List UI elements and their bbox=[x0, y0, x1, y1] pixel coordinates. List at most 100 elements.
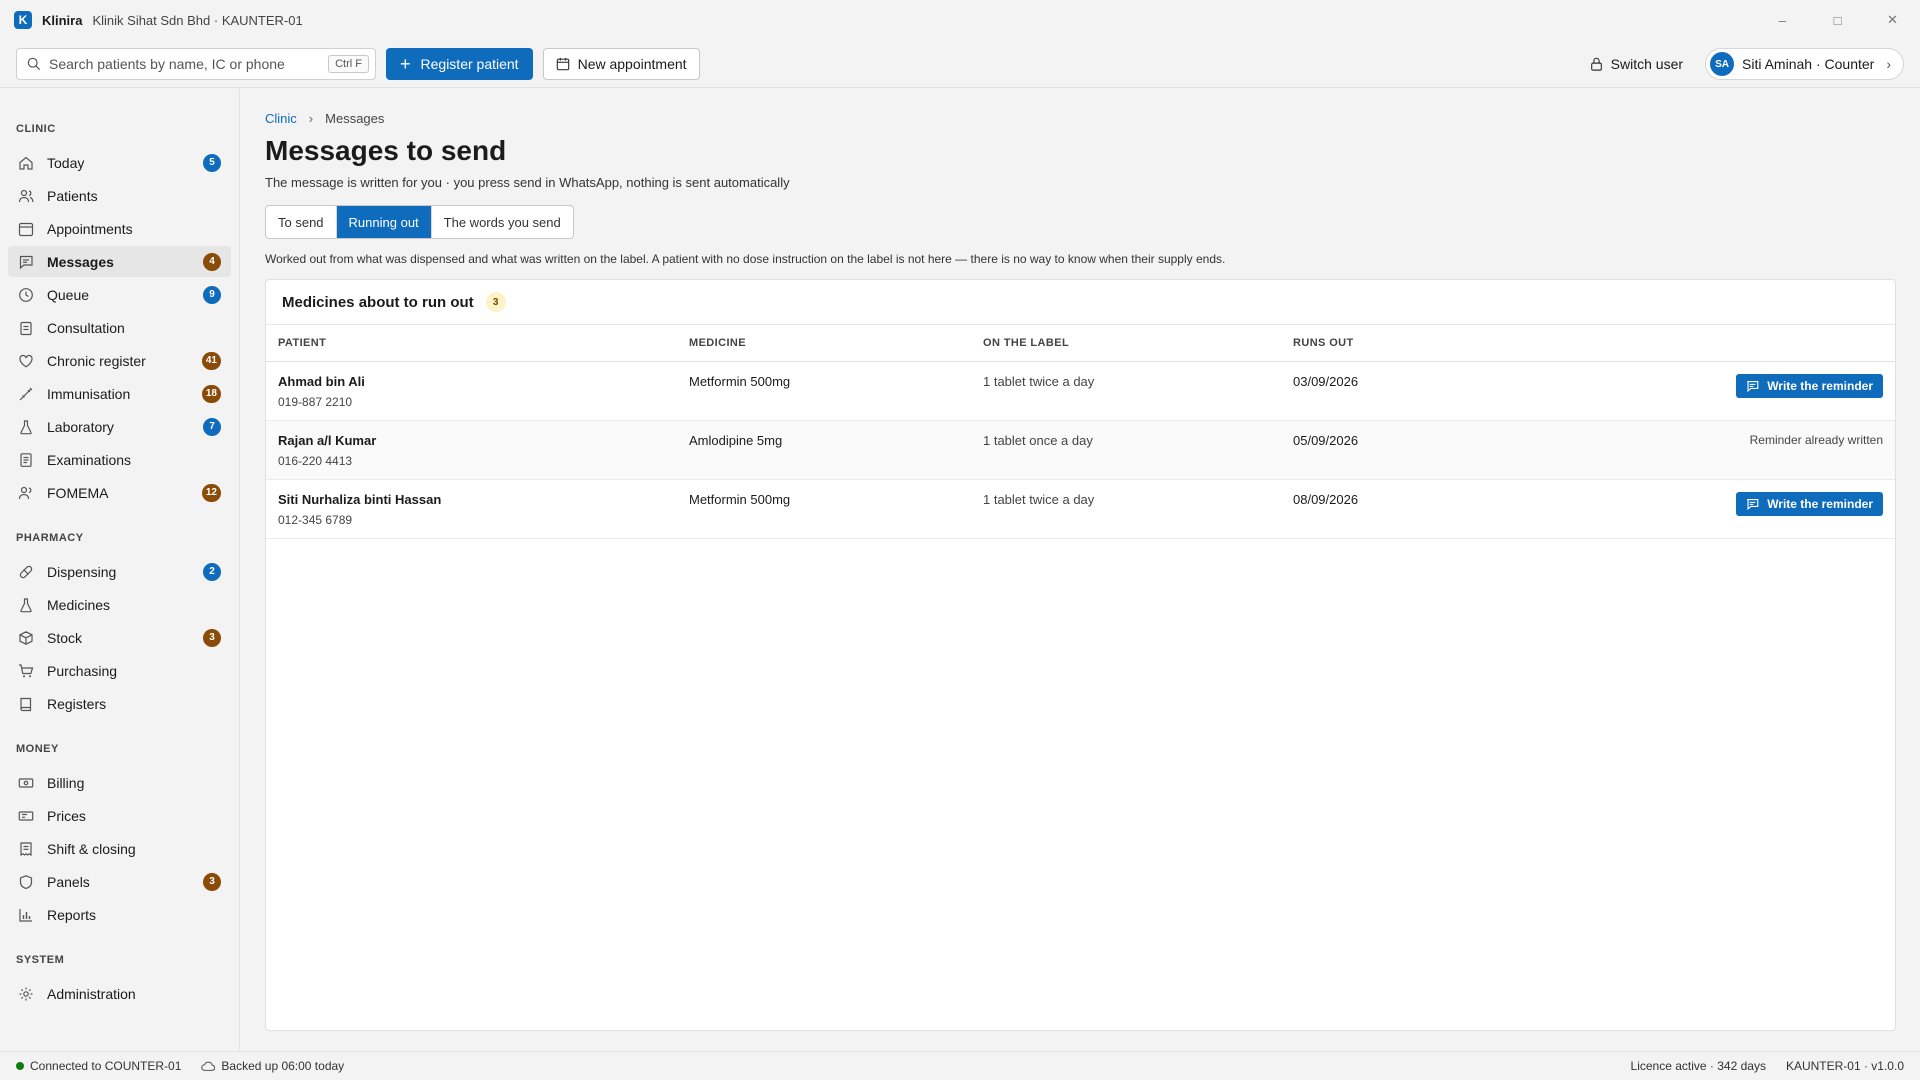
maximize-button[interactable]: □ bbox=[1810, 0, 1865, 40]
write-reminder-button[interactable]: Write the reminder bbox=[1736, 492, 1883, 516]
backup-label: Backed up 06:00 today bbox=[221, 1059, 345, 1073]
chevron-right-icon: › bbox=[1886, 56, 1891, 72]
lock-icon bbox=[1590, 57, 1602, 71]
sidebar-item-label: Purchasing bbox=[47, 662, 118, 679]
nav-section-pharmacy: PHARMACY bbox=[16, 532, 84, 544]
sidebar-item-shift-and-closing[interactable]: Shift & closing bbox=[8, 833, 231, 864]
calendar-icon bbox=[556, 57, 569, 70]
heart-icon bbox=[18, 353, 34, 369]
table-body: Ahmad bin Ali 019-887 2210 Metformin 500mg… bbox=[266, 362, 1895, 539]
sidebar-item-consultation[interactable]: Consultation bbox=[8, 312, 231, 343]
count-badge: 18 bbox=[201, 384, 221, 403]
sidebar-item-label: Billing bbox=[47, 774, 85, 791]
switch-user-label: Switch user bbox=[1610, 56, 1684, 72]
search-box[interactable]: Ctrl F bbox=[16, 47, 376, 80]
sidebar-item-dispensing[interactable]: Dispensing 2 bbox=[8, 556, 231, 587]
sidebar-item-messages[interactable]: Messages 4 bbox=[8, 246, 231, 277]
label-instruction: 1 tablet twice a day bbox=[983, 374, 1095, 389]
tab-running-out[interactable]: Running out bbox=[336, 206, 432, 238]
chart-icon bbox=[18, 907, 34, 923]
sidebar-item-label: Today bbox=[47, 154, 85, 171]
sidebar-item-queue[interactable]: Queue 9 bbox=[8, 279, 231, 310]
sidebar-item-label: Administration bbox=[47, 985, 136, 1002]
sidebar-item-medicines[interactable]: Medicines bbox=[8, 589, 231, 620]
new-appointment-button[interactable]: New appointment bbox=[542, 47, 700, 80]
patient-name: Rajan a/l Kumar bbox=[278, 433, 377, 448]
sidebar-item-purchasing[interactable]: Purchasing bbox=[8, 655, 231, 686]
page-subtitle: The message is written for you · you pre… bbox=[265, 175, 790, 190]
search-icon bbox=[27, 57, 41, 70]
sidebar-item-panels[interactable]: Panels 3 bbox=[8, 866, 231, 897]
sidebar-item-registers[interactable]: Registers bbox=[8, 688, 231, 719]
medicine-name: Metformin 500mg bbox=[689, 374, 791, 389]
close-button[interactable]: ✕ bbox=[1865, 0, 1920, 40]
clock-icon bbox=[18, 287, 34, 303]
card-title: Medicines about to run out bbox=[282, 293, 474, 311]
breadcrumb-clinic-link[interactable]: Clinic bbox=[265, 111, 297, 126]
search-input[interactable] bbox=[49, 55, 329, 72]
count-badge: 12 bbox=[201, 483, 221, 502]
person-icon bbox=[18, 485, 34, 501]
sidebar-item-patients[interactable]: Patients bbox=[8, 180, 231, 211]
minimize-button[interactable]: – bbox=[1755, 0, 1810, 40]
plus-icon: + bbox=[400, 53, 411, 74]
label-instruction: 1 tablet once a day bbox=[983, 433, 1093, 448]
column-header-runs-out: RUNS OUT bbox=[1293, 337, 1354, 349]
write-reminder-button[interactable]: Write the reminder bbox=[1736, 374, 1883, 398]
patient-name: Ahmad bin Ali bbox=[278, 374, 365, 389]
sidebar-item-appointments[interactable]: Appointments bbox=[8, 213, 231, 244]
switch-user-button[interactable]: Switch user bbox=[1590, 56, 1683, 72]
sidebar-item-label: Medicines bbox=[47, 596, 111, 613]
sidebar-item-label: Panels bbox=[47, 873, 90, 890]
sidebar-item-label: Chronic register bbox=[47, 352, 146, 369]
count-badge: 4 bbox=[203, 252, 221, 271]
sidebar-item-fomema[interactable]: FOMEMA 12 bbox=[8, 477, 231, 508]
sidebar-item-reports[interactable]: Reports bbox=[8, 899, 231, 930]
box-icon bbox=[18, 630, 34, 646]
table-row: Rajan a/l Kumar 016-220 4413 Amlodipine 5m… bbox=[266, 421, 1895, 480]
breadcrumb-current: Messages bbox=[325, 111, 385, 126]
toolbar-right: Switch user SA Siti Aminah · Counter › bbox=[1590, 48, 1904, 80]
pill-icon bbox=[18, 564, 34, 580]
info-note: Worked out from what was dispensed and w… bbox=[265, 252, 1226, 266]
table-row: Siti Nurhaliza binti Hassan 012-345 6789 M… bbox=[266, 480, 1895, 539]
licence-label: Licence active · 342 days bbox=[1630, 1059, 1766, 1073]
calendar-icon bbox=[18, 221, 34, 237]
chat-icon bbox=[1747, 498, 1759, 510]
sidebar: CLINIC Today 5 Patients Appointments Messages… bbox=[0, 89, 240, 1051]
column-header-label: ON THE LABEL bbox=[983, 337, 1070, 349]
toolbar: Ctrl F + Register patient New appointmen… bbox=[0, 40, 1920, 88]
sidebar-item-examinations[interactable]: Examinations bbox=[8, 444, 231, 475]
sidebar-item-administration[interactable]: Administration bbox=[8, 978, 231, 1009]
column-header-medicine: MEDICINE bbox=[689, 337, 746, 349]
register-patient-button[interactable]: + Register patient bbox=[386, 47, 533, 80]
tab-to-send[interactable]: To send bbox=[266, 206, 337, 238]
sidebar-item-label: FOMEMA bbox=[47, 484, 109, 501]
sidebar-item-label: Laboratory bbox=[47, 418, 114, 435]
sidebar-item-today[interactable]: Today 5 bbox=[8, 147, 231, 178]
nav-section-clinic: CLINIC bbox=[16, 123, 56, 135]
tag-icon bbox=[18, 808, 34, 824]
sidebar-item-billing[interactable]: Billing bbox=[8, 767, 231, 798]
syringe-icon bbox=[18, 386, 34, 402]
sidebar-item-prices[interactable]: Prices bbox=[8, 800, 231, 831]
status-right: Licence active · 342 days KAUNTER-01 · v… bbox=[1611, 1059, 1904, 1073]
sidebar-item-stock[interactable]: Stock 3 bbox=[8, 622, 231, 653]
sidebar-item-label: Shift & closing bbox=[47, 840, 136, 857]
register-patient-label: Register patient bbox=[420, 55, 519, 72]
chat-icon bbox=[1747, 380, 1759, 392]
sidebar-item-laboratory[interactable]: Laboratory 7 bbox=[8, 411, 231, 442]
table-header: PATIENT MEDICINE ON THE LABEL RUNS OUT bbox=[266, 325, 1895, 362]
patient-phone: 016-220 4413 bbox=[278, 454, 353, 468]
sidebar-item-immunisation[interactable]: Immunisation 18 bbox=[8, 378, 231, 409]
backup-status: Backed up 06:00 today bbox=[201, 1059, 344, 1073]
user-menu[interactable]: SA Siti Aminah · Counter › bbox=[1705, 48, 1904, 80]
book-icon bbox=[18, 696, 34, 712]
home-icon bbox=[18, 155, 34, 171]
sidebar-item-chronic-register[interactable]: Chronic register 41 bbox=[8, 345, 231, 376]
patient-phone: 012-345 6789 bbox=[278, 513, 353, 527]
column-header-patient: PATIENT bbox=[278, 337, 327, 349]
tab-words-you-send[interactable]: The words you send bbox=[432, 206, 573, 238]
status-dot-icon bbox=[16, 1062, 24, 1070]
window-controls: – □ ✕ bbox=[1755, 0, 1920, 40]
